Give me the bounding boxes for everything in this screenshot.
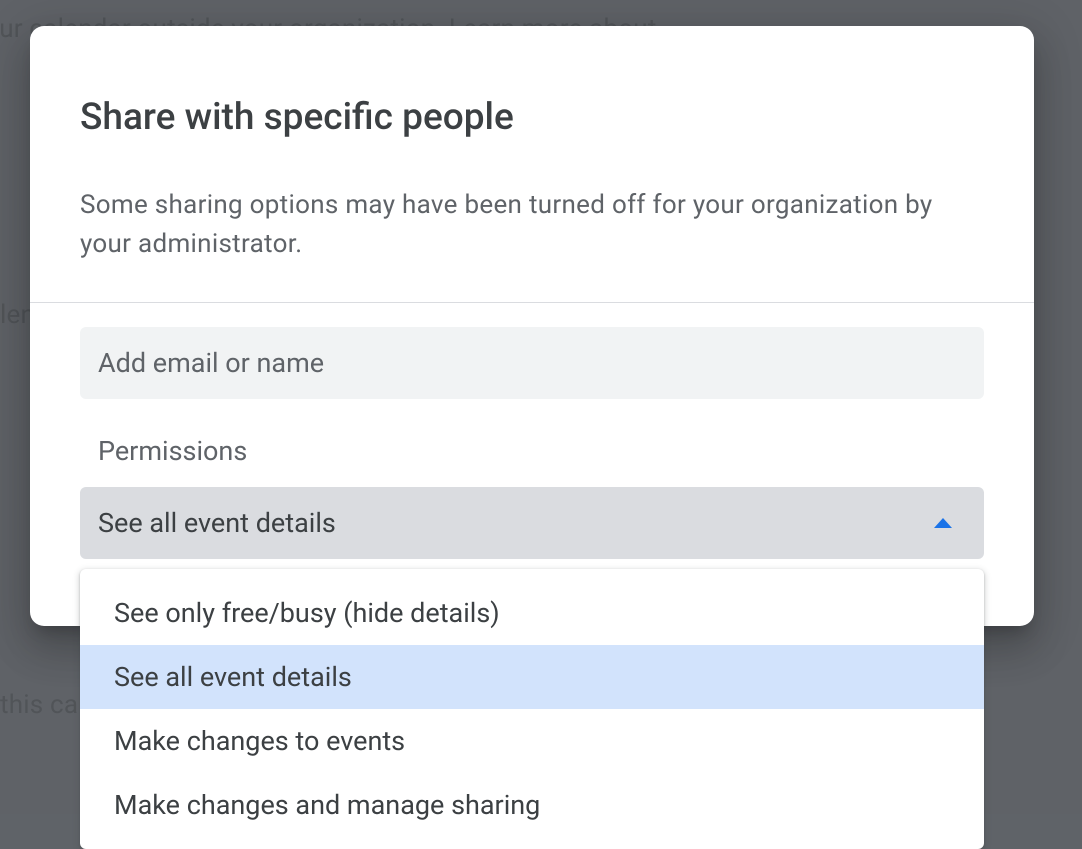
dialog-body: Permissions See all event details See on… — [30, 303, 1034, 559]
share-dialog: Share with specific people Some sharing … — [30, 26, 1034, 626]
dialog-title: Share with specific people — [80, 94, 984, 142]
permissions-dropdown-menu: See only free/busy (hide details) See al… — [80, 569, 984, 849]
permissions-select[interactable]: See all event details — [80, 487, 984, 559]
dialog-header: Share with specific people Some sharing … — [30, 26, 1034, 264]
email-input[interactable] — [80, 327, 984, 399]
permissions-select-value: See all event details — [98, 507, 336, 539]
dialog-subtitle: Some sharing options may have been turne… — [80, 186, 984, 264]
permission-option-free-busy[interactable]: See only free/busy (hide details) — [80, 581, 984, 645]
permission-option-make-changes[interactable]: Make changes to events — [80, 709, 984, 773]
permissions-label: Permissions — [80, 435, 984, 467]
caret-up-icon — [934, 518, 952, 528]
permissions-select-container: See all event details See only free/busy… — [80, 487, 984, 559]
permission-option-all-details[interactable]: See all event details — [80, 645, 984, 709]
permission-option-manage-sharing[interactable]: Make changes and manage sharing — [80, 773, 984, 837]
